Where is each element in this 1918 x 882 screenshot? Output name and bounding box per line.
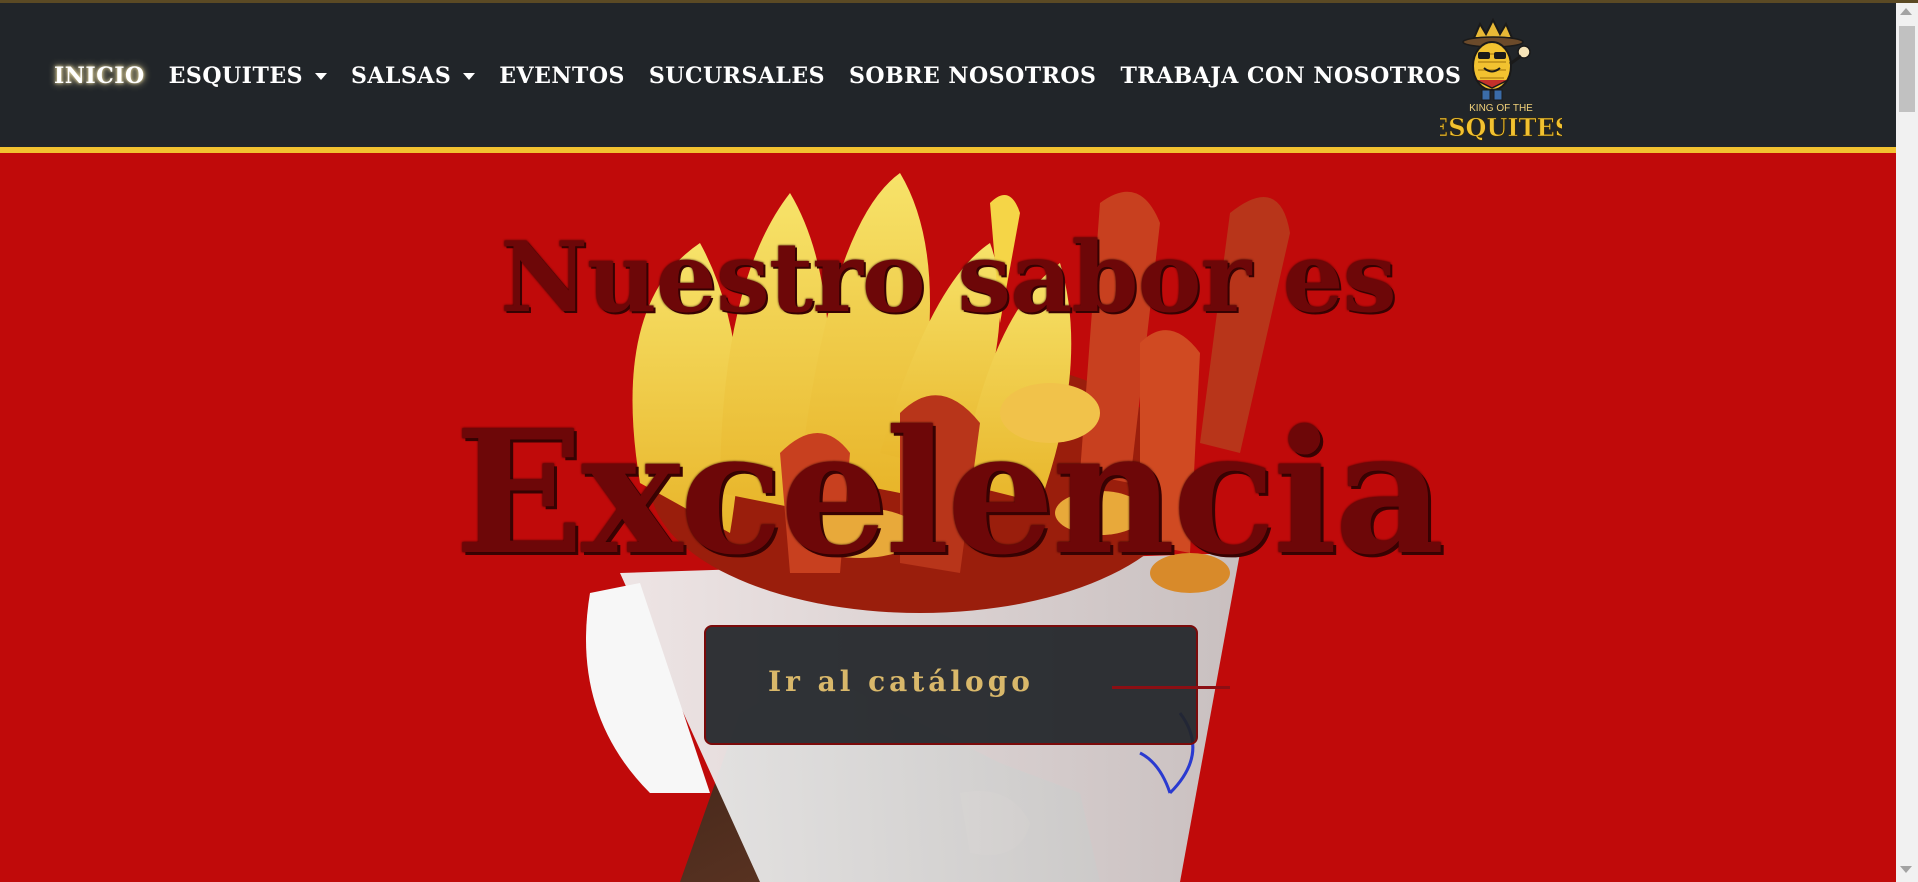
nav-label-trabaja-con-nosotros: TRABAJA CON NOSOTROS (1120, 63, 1462, 89)
scroll-down-arrow-icon[interactable] (1900, 866, 1912, 873)
hero-title-line-1: Nuestro sabor es (500, 221, 1397, 334)
nav-label-sucursales: SUCURSALES (648, 63, 826, 89)
hero-section: Nuestro sabor es Excelencia Ir al catálo… (0, 153, 1896, 882)
scroll-up-arrow-icon[interactable] (1900, 8, 1912, 15)
scrollbar-thumb[interactable] (1899, 26, 1915, 112)
nav-item-eventos[interactable]: EVENTOS (499, 63, 625, 89)
chevron-down-icon (314, 72, 327, 80)
svg-text:ESQUITES: ESQUITES (1440, 113, 1562, 142)
main-nav: INICIO ESQUITES SALSAS EVENTOS SUCURSALE… (54, 63, 1485, 89)
nav-item-trabaja-con-nosotros[interactable]: TRABAJA CON NOSOTROS (1120, 63, 1461, 89)
nav-item-salsas[interactable]: SALSAS (350, 63, 476, 89)
nav-item-sucursales[interactable]: SUCURSALES (649, 63, 825, 89)
hero-title-line-2: Excelencia (454, 393, 1444, 593)
page-scrollbar[interactable] (1896, 3, 1918, 882)
nav-label-inicio: INICIO (54, 63, 145, 89)
nav-label-salsas: SALSAS (350, 63, 452, 89)
chevron-down-icon (463, 72, 476, 80)
catalog-button-decoration (1112, 686, 1230, 689)
nav-item-sobre-nosotros[interactable]: SOBRE NOSOTROS (849, 63, 1096, 89)
nav-label-esquites: ESQUITES (168, 63, 303, 89)
nav-label-sobre-nosotros: SOBRE NOSOTROS (849, 63, 1097, 89)
catalog-button[interactable]: Ir al catálogo (704, 625, 1230, 745)
nav-label-eventos: EVENTOS (499, 63, 625, 89)
catalog-button-label: Ir al catálogo (768, 665, 1034, 698)
nav-item-esquites[interactable]: ESQUITES (169, 63, 327, 89)
nav-item-inicio[interactable]: INICIO (54, 63, 145, 89)
navbar: INICIO ESQUITES SALSAS EVENTOS SUCURSALE… (0, 3, 1896, 147)
king-of-the-esquites-logo[interactable]: KING OF THE ESQUITES (1440, 18, 1562, 143)
